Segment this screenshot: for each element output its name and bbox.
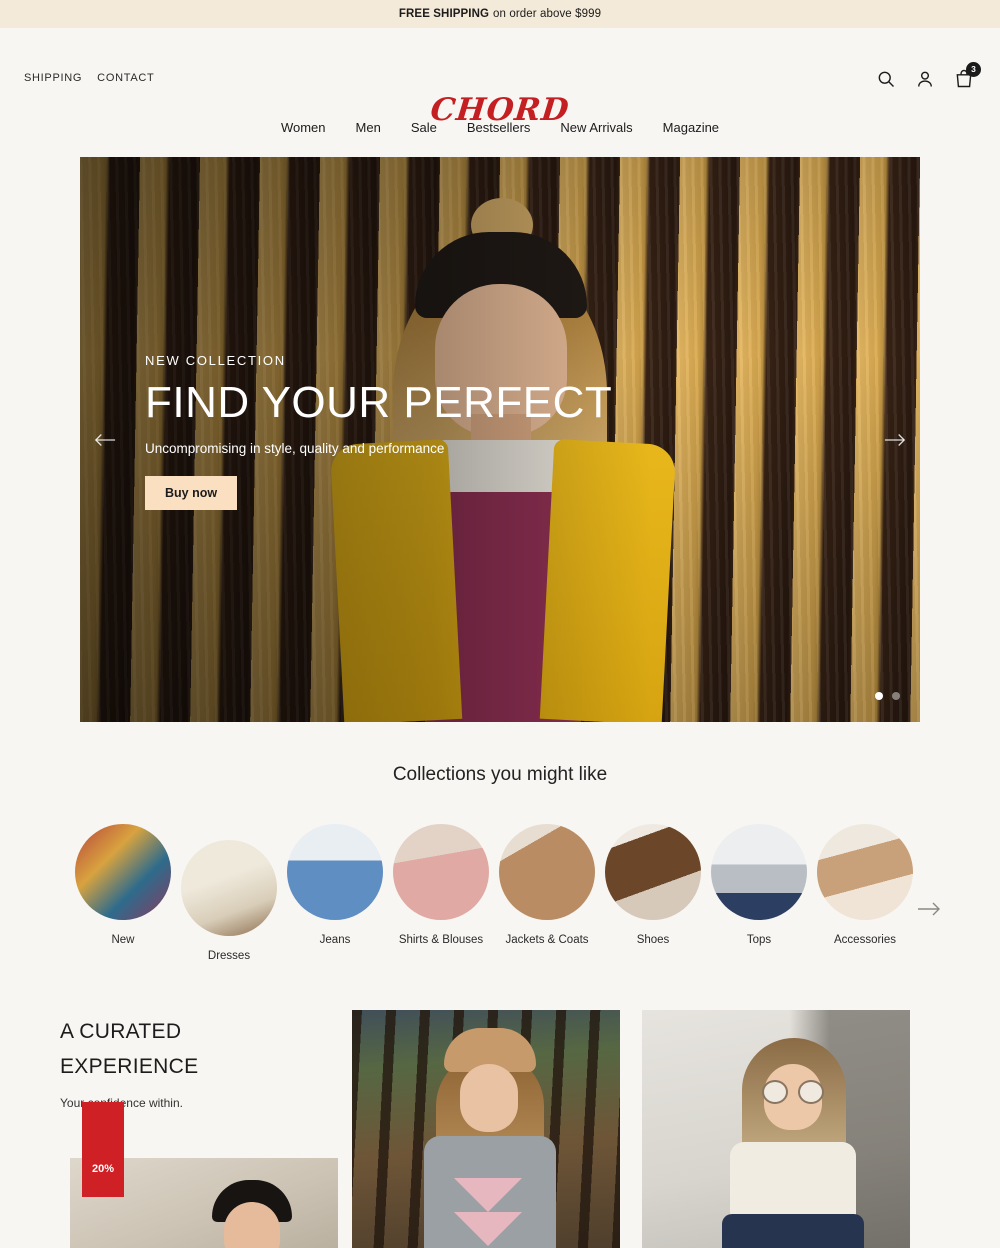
collection-label: New xyxy=(111,934,135,946)
collection-label: Tops xyxy=(746,934,772,946)
collection-label: Accessories xyxy=(834,934,896,946)
collection-label: Shirts & Blouses xyxy=(398,934,484,946)
shopping-bag-icon[interactable]: 3 xyxy=(954,62,981,89)
carousel-dot-2[interactable] xyxy=(892,692,900,700)
curated-photo-center[interactable] xyxy=(352,1010,620,1248)
collections-section: Collections you might like New Dresses J… xyxy=(0,764,1000,962)
collection-item-jackets-coats[interactable]: Jackets & Coats xyxy=(494,824,600,946)
sunglasses-icon xyxy=(762,1080,824,1104)
carousel-prev-arrow-icon[interactable] xyxy=(92,427,118,453)
collection-item-new[interactable]: New xyxy=(70,824,176,946)
collection-thumb xyxy=(181,840,277,936)
hero-carousel: NEW COLLECTION FIND YOUR PERFECT Uncompr… xyxy=(80,157,920,722)
search-icon[interactable] xyxy=(876,69,896,89)
collection-item-shirts-blouses[interactable]: Shirts & Blouses xyxy=(388,824,494,946)
collection-item-jeans[interactable]: Jeans xyxy=(282,824,388,946)
carousel-dots xyxy=(875,692,900,700)
hero-eyebrow: NEW COLLECTION xyxy=(145,353,286,368)
cart-count-badge: 3 xyxy=(966,62,981,77)
collections-title: Collections you might like xyxy=(392,764,608,785)
announcement-bar: FREE SHIPPING on order above $999 xyxy=(0,0,1000,28)
collection-label: Dresses xyxy=(207,950,251,962)
collection-thumb xyxy=(287,824,383,920)
header-link-contact[interactable]: CONTACT xyxy=(97,72,154,84)
collections-carousel: New Dresses Jeans Shirts & Blouses Jacke… xyxy=(0,824,1000,962)
curated-heading-line1: A CURATED xyxy=(60,1020,182,1043)
carousel-next-arrow-icon[interactable] xyxy=(882,427,908,453)
collection-label: Jeans xyxy=(319,934,351,946)
collection-thumb xyxy=(711,824,807,920)
buy-now-button[interactable]: Buy now xyxy=(145,475,238,510)
header-utility-links: SHIPPING CONTACT xyxy=(24,72,154,84)
collections-next-arrow-icon[interactable] xyxy=(916,896,942,922)
header-icon-group: 3 xyxy=(876,62,981,89)
collection-thumb xyxy=(75,824,171,920)
collection-item-shoes[interactable]: Shoes xyxy=(600,824,706,946)
collection-thumb xyxy=(393,824,489,920)
curated-text-column: A CURATED EXPERIENCE Your confidence wit… xyxy=(60,1010,338,1248)
collection-label: Shoes xyxy=(636,934,670,946)
hero-content: NEW COLLECTION FIND YOUR PERFECT Uncompr… xyxy=(145,353,612,510)
collection-thumb xyxy=(499,824,595,920)
carousel-dot-1[interactable] xyxy=(875,692,883,700)
curated-heading-line2: EXPERIENCE xyxy=(60,1054,199,1078)
collection-item-dresses[interactable]: Dresses xyxy=(176,824,282,962)
announcement-rest: on order above $999 xyxy=(493,8,602,20)
collection-thumb xyxy=(605,824,701,920)
brand-logo[interactable]: CHORD xyxy=(0,92,1000,128)
discount-badge: 20% xyxy=(82,1102,124,1197)
collection-thumb xyxy=(817,824,913,920)
site-header: SHIPPING CONTACT 3 CHORD xyxy=(0,28,1000,128)
header-link-shipping[interactable]: SHIPPING xyxy=(24,72,82,84)
hero-subtitle: Uncompromising in style, quality and per… xyxy=(145,440,445,456)
curated-experience-section: A CURATED EXPERIENCE Your confidence wit… xyxy=(0,1010,1000,1248)
curated-photo-right[interactable] xyxy=(642,1010,910,1248)
account-icon[interactable] xyxy=(915,69,935,89)
collection-item-tops[interactable]: Tops xyxy=(706,824,812,946)
collection-label: Jackets & Coats xyxy=(505,934,589,946)
hero-title: FIND YOUR PERFECT xyxy=(145,378,613,427)
announcement-highlight: FREE SHIPPING xyxy=(398,8,490,20)
collection-item-accessories[interactable]: Accessories xyxy=(812,824,918,946)
